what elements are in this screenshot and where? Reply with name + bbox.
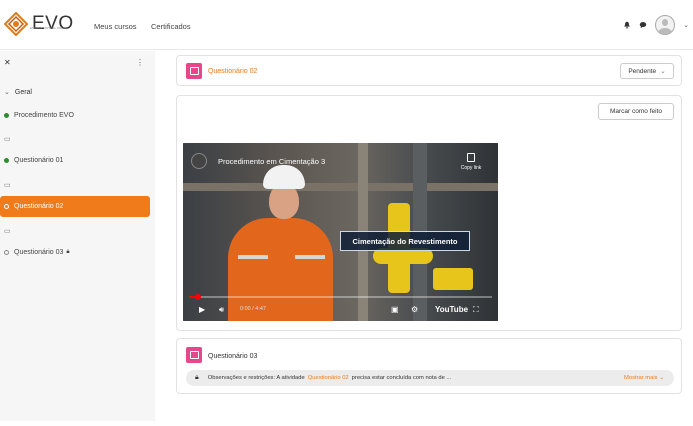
logo-icon xyxy=(4,12,28,36)
restriction-link[interactable]: Questionário 02 xyxy=(308,375,349,381)
top-navbar: EVO ENERGY VIRTUAL ONLINE Meus cursos Ce… xyxy=(0,0,693,50)
video-overlay-text: Cimentação do Revestimento xyxy=(352,236,458,246)
complete-dot-icon xyxy=(4,157,9,163)
mark-as-done-button[interactable]: Marcar como feito xyxy=(598,103,674,120)
drawer-item-questionario-01[interactable]: Questionário 01 xyxy=(4,150,148,170)
section-general[interactable]: ⌄ Geral xyxy=(4,88,32,96)
drawer-item-procedimento[interactable]: Procedimento EVO xyxy=(4,105,148,125)
status-dropdown[interactable]: Pendente ⌄ xyxy=(620,63,674,79)
pending-dot-icon xyxy=(4,204,9,209)
drawer-item-label: Questionário 02 xyxy=(14,203,64,210)
fullscreen-icon[interactable]: ⛶ xyxy=(473,305,479,315)
nav-my-courses[interactable]: Meus cursos xyxy=(94,22,137,31)
quiz-icon xyxy=(186,63,202,79)
copy-link-button[interactable]: Copy link xyxy=(451,153,491,171)
video-scenery xyxy=(295,255,325,259)
status-dropdown-label: Pendente xyxy=(628,67,657,75)
course-index-drawer: ✕ ⋮ ⌄ Geral Procedimento EVO ▭ Questionár… xyxy=(0,51,155,421)
logo-text: EVO xyxy=(32,13,74,34)
chevron-down-icon: ⌄ xyxy=(660,68,666,75)
drawer-item-questionario-02[interactable]: Questionário 02 xyxy=(0,196,150,217)
video-title[interactable]: Procedimento em Cimentação 3 xyxy=(218,157,325,166)
site-logo[interactable]: EVO xyxy=(4,12,74,36)
youtube-logo[interactable]: YouTube xyxy=(435,305,468,314)
video-progress-handle[interactable] xyxy=(195,294,201,300)
copy-icon xyxy=(467,153,475,162)
channel-avatar-icon[interactable] xyxy=(191,153,207,169)
lock-icon: 🔒︎ xyxy=(195,374,199,381)
quiz-icon xyxy=(186,347,202,363)
drawer-item-label: Questionário 01 xyxy=(14,156,64,164)
play-icon[interactable]: ▶ xyxy=(199,305,205,314)
chevron-down-icon: ⌄ xyxy=(4,89,10,96)
drawer-item-label: Procedimento EVO xyxy=(14,111,74,119)
activity-title[interactable]: Questionário 02 xyxy=(208,68,257,75)
restriction-suffix: precisa estar concluída com nota de ... xyxy=(351,375,452,381)
settings-icon[interactable]: ⚙ xyxy=(411,305,418,314)
navbar-actions: ⌄ xyxy=(623,15,689,35)
close-icon[interactable]: ✕ xyxy=(4,58,11,67)
bell-icon[interactable] xyxy=(623,21,631,29)
chevron-down-icon[interactable]: ⌄ xyxy=(683,21,689,29)
module-divider-icon: ▭ xyxy=(4,136,11,143)
module-divider-icon: ▭ xyxy=(4,228,11,235)
restriction-notice: 🔒︎ Observações e restrições: A atividade… xyxy=(186,370,674,386)
show-more-label: Mostrar mais xyxy=(624,375,658,381)
video-player[interactable]: Procedimento em Cimentação 3 Copy link C… xyxy=(183,143,498,321)
module-divider-icon: ▭ xyxy=(4,182,11,189)
chevron-down-icon: ⌄ xyxy=(659,375,664,381)
video-scenery xyxy=(238,255,268,259)
activity-card-questionario-02: Questionário 02 Pendente ⌄ xyxy=(176,55,682,86)
mark-as-done-label: Marcar como feito xyxy=(609,108,663,115)
show-more-button[interactable]: Mostrar mais ⌄ xyxy=(624,375,664,381)
video-scenery xyxy=(183,183,498,191)
chat-icon[interactable] xyxy=(639,21,647,29)
drawer-header: ✕ ⋮ xyxy=(4,58,144,70)
restriction-prefix: Observações e restrições: A atividade xyxy=(207,375,305,381)
drawer-item-questionario-03[interactable]: Questionário 03 🔒︎ xyxy=(4,242,148,262)
logo-subtext: ENERGY VIRTUAL ONLINE xyxy=(30,26,68,30)
video-time: 0:00 / 4:47 xyxy=(240,306,266,312)
activity-title[interactable]: Questionário 03 xyxy=(208,353,257,360)
video-overlay-caption: Cimentação do Revestimento xyxy=(340,231,470,251)
lock-icon: 🔒︎ xyxy=(66,248,70,255)
avatar[interactable] xyxy=(655,15,676,35)
copy-link-label: Copy link xyxy=(460,165,482,171)
volume-icon[interactable]: 🔊︎ xyxy=(219,305,224,315)
video-scenery xyxy=(433,268,473,290)
complete-dot-icon xyxy=(4,112,9,118)
subtitles-icon[interactable]: ▣ xyxy=(391,305,399,314)
video-progress-track[interactable] xyxy=(189,296,492,298)
pending-dot-icon xyxy=(4,249,9,255)
drawer-item-label: Questionário 03 xyxy=(14,248,64,256)
nav-certificates[interactable]: Certificados xyxy=(151,22,191,31)
section-title: Geral xyxy=(14,89,32,96)
more-vertical-icon[interactable]: ⋮ xyxy=(136,58,144,67)
